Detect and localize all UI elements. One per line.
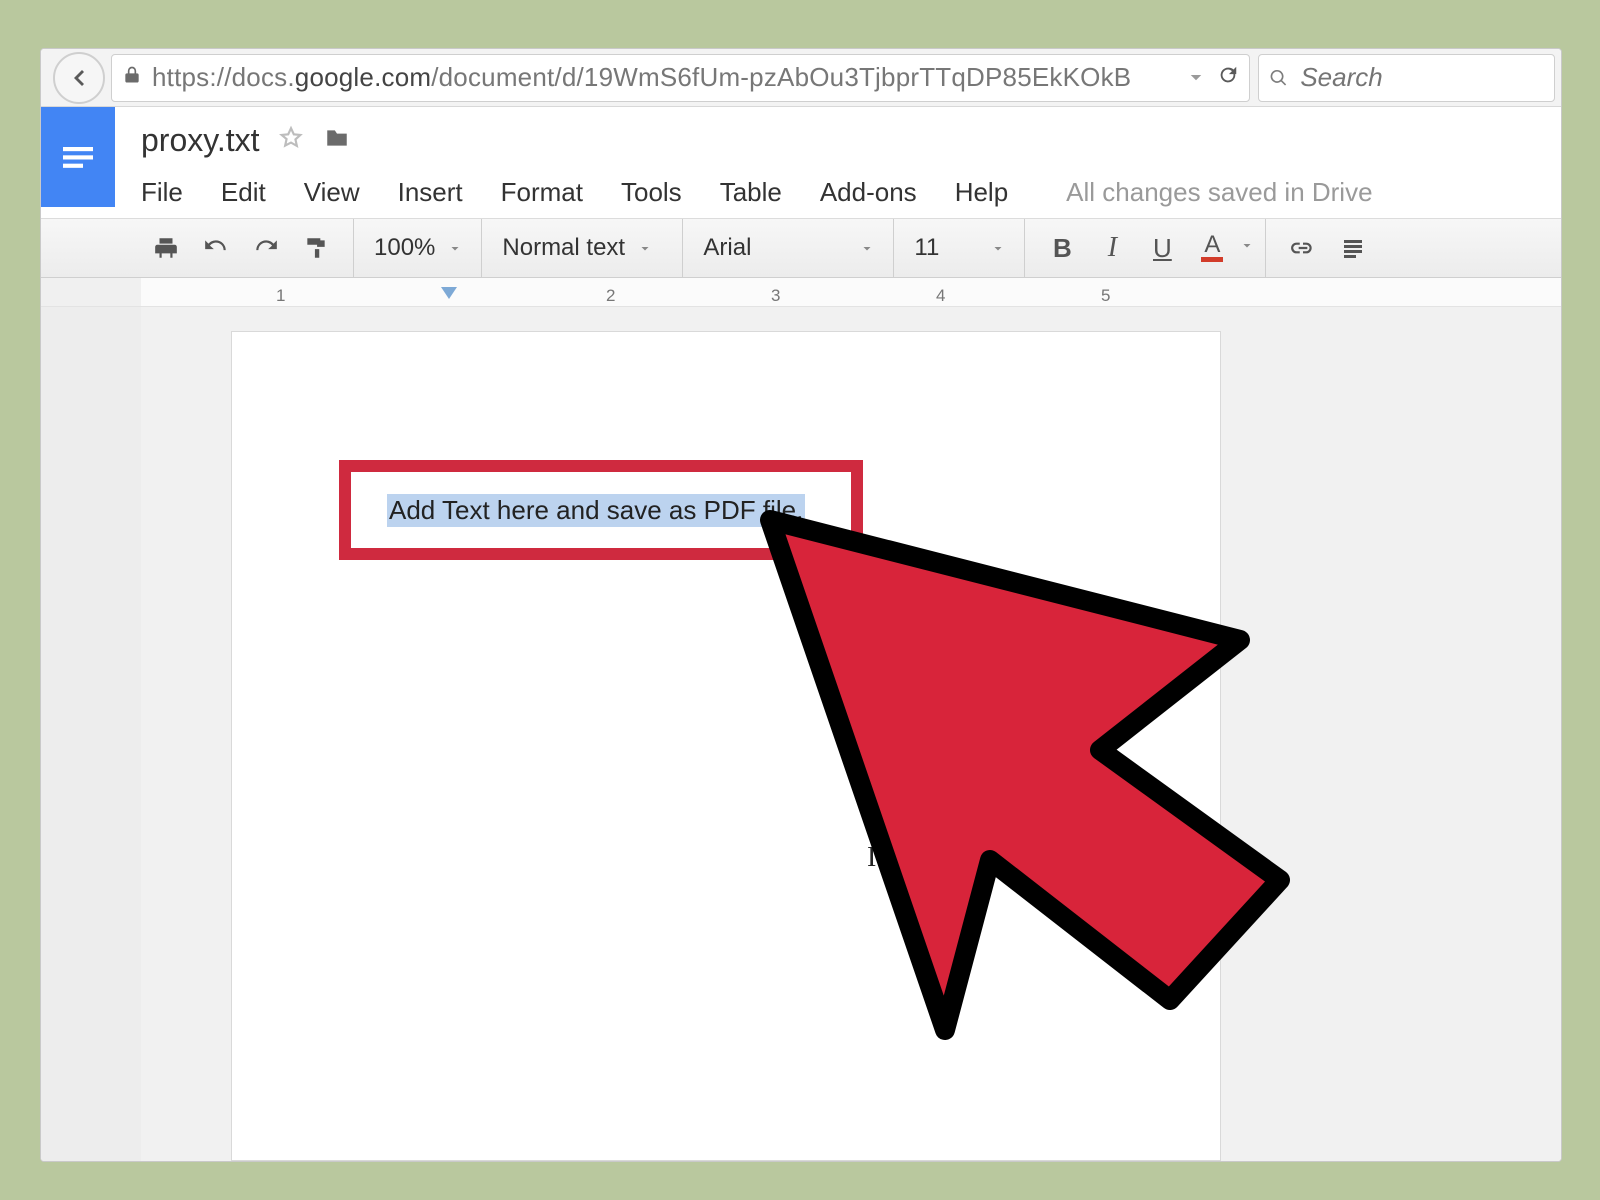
align-button[interactable]	[1336, 231, 1370, 265]
redo-button[interactable]	[249, 231, 283, 265]
document-page[interactable]: Add Text here and save as PDF file. I	[231, 331, 1221, 1161]
bold-button[interactable]: B	[1045, 231, 1079, 265]
undo-icon	[203, 235, 229, 261]
move-to-folder-button[interactable]	[322, 125, 352, 156]
lock-icon	[122, 65, 152, 90]
menu-addons[interactable]: Add-ons	[820, 177, 917, 208]
chevron-down-icon	[992, 243, 1004, 255]
menu-edit[interactable]: Edit	[221, 177, 266, 208]
save-status: All changes saved in Drive	[1066, 177, 1372, 208]
horizontal-ruler[interactable]: 1 2 3 4 5	[141, 278, 1561, 306]
italic-button[interactable]: I	[1095, 231, 1129, 265]
first-line-indent-icon[interactable]	[441, 287, 457, 301]
font-size-select[interactable]: 11	[906, 234, 1012, 262]
text-color-letter: A	[1204, 235, 1220, 255]
formatting-toolbar: 100% Normal text Arial 11	[41, 219, 1561, 278]
paragraph-style-select[interactable]: Normal text	[494, 234, 670, 262]
search-input[interactable]	[1298, 61, 1544, 94]
search-icon	[1269, 67, 1288, 89]
menu-view[interactable]: View	[304, 177, 360, 208]
underline-button[interactable]: U	[1145, 231, 1179, 265]
ruler-mark: 1	[276, 286, 285, 306]
docs-home-button[interactable]	[41, 107, 115, 207]
zoom-value: 100%	[374, 234, 435, 262]
ruler-mark: 4	[936, 286, 945, 306]
font-family-value: Arial	[703, 234, 751, 262]
browser-search-field[interactable]	[1258, 54, 1555, 102]
print-icon	[153, 235, 179, 261]
selected-document-text[interactable]: Add Text here and save as PDF file.	[387, 494, 805, 527]
font-size-value: 11	[914, 234, 939, 262]
chevron-down-icon	[639, 243, 651, 255]
url-field[interactable]: https://docs.google.com/document/d/19WmS…	[111, 54, 1250, 102]
document-surface: Add Text here and save as PDF file. I	[41, 307, 1561, 1161]
ruler-mark: 2	[606, 286, 615, 306]
browser-window: https://docs.google.com/document/d/19WmS…	[40, 48, 1562, 1162]
document-title[interactable]: proxy.txt	[141, 122, 260, 159]
menu-insert[interactable]: Insert	[398, 177, 463, 208]
link-icon	[1290, 235, 1316, 261]
ruler-mark: 3	[771, 286, 780, 306]
docs-logo-icon	[58, 137, 98, 177]
ruler-row: 1 2 3 4 5	[41, 278, 1561, 307]
star-button[interactable]	[278, 125, 322, 156]
insert-link-button[interactable]	[1286, 231, 1320, 265]
chevron-down-icon	[1187, 69, 1205, 87]
reload-icon	[1217, 64, 1239, 86]
undo-button[interactable]	[199, 231, 233, 265]
menu-format[interactable]: Format	[501, 177, 583, 208]
menu-table[interactable]: Table	[720, 177, 782, 208]
menu-tools[interactable]: Tools	[621, 177, 682, 208]
reload-button[interactable]	[1217, 64, 1239, 91]
url-dropdown[interactable]	[1187, 69, 1217, 87]
star-icon	[278, 125, 304, 151]
text-caret-icon: I	[867, 842, 876, 874]
chevron-down-icon	[1241, 240, 1253, 252]
zoom-select[interactable]: 100%	[366, 234, 469, 262]
redo-icon	[253, 235, 279, 261]
menu-help[interactable]: Help	[955, 177, 1008, 208]
align-justify-icon	[1341, 236, 1365, 260]
paragraph-style-value: Normal text	[502, 234, 625, 262]
menu-file[interactable]: File	[141, 177, 183, 208]
print-button[interactable]	[149, 231, 183, 265]
font-family-select[interactable]: Arial	[695, 234, 881, 262]
text-color-swatch	[1201, 257, 1223, 262]
docs-header: proxy.txt File Edit View Insert Form	[41, 107, 1561, 219]
url-text: https://docs.google.com/document/d/19WmS…	[152, 62, 1131, 93]
paint-roller-icon	[303, 235, 329, 261]
back-button[interactable]	[53, 52, 105, 104]
paint-format-button[interactable]	[299, 231, 333, 265]
arrow-left-icon	[67, 66, 91, 90]
browser-addressbar-row: https://docs.google.com/document/d/19WmS…	[41, 49, 1561, 107]
folder-icon	[322, 125, 352, 151]
annotation-highlight-box: Add Text here and save as PDF file.	[339, 460, 863, 560]
text-color-button[interactable]: A	[1195, 231, 1229, 265]
ruler-mark: 5	[1101, 286, 1110, 306]
chevron-down-icon	[861, 243, 873, 255]
chevron-down-icon	[449, 243, 461, 255]
menu-bar: File Edit View Insert Format Tools Table…	[141, 169, 1561, 215]
